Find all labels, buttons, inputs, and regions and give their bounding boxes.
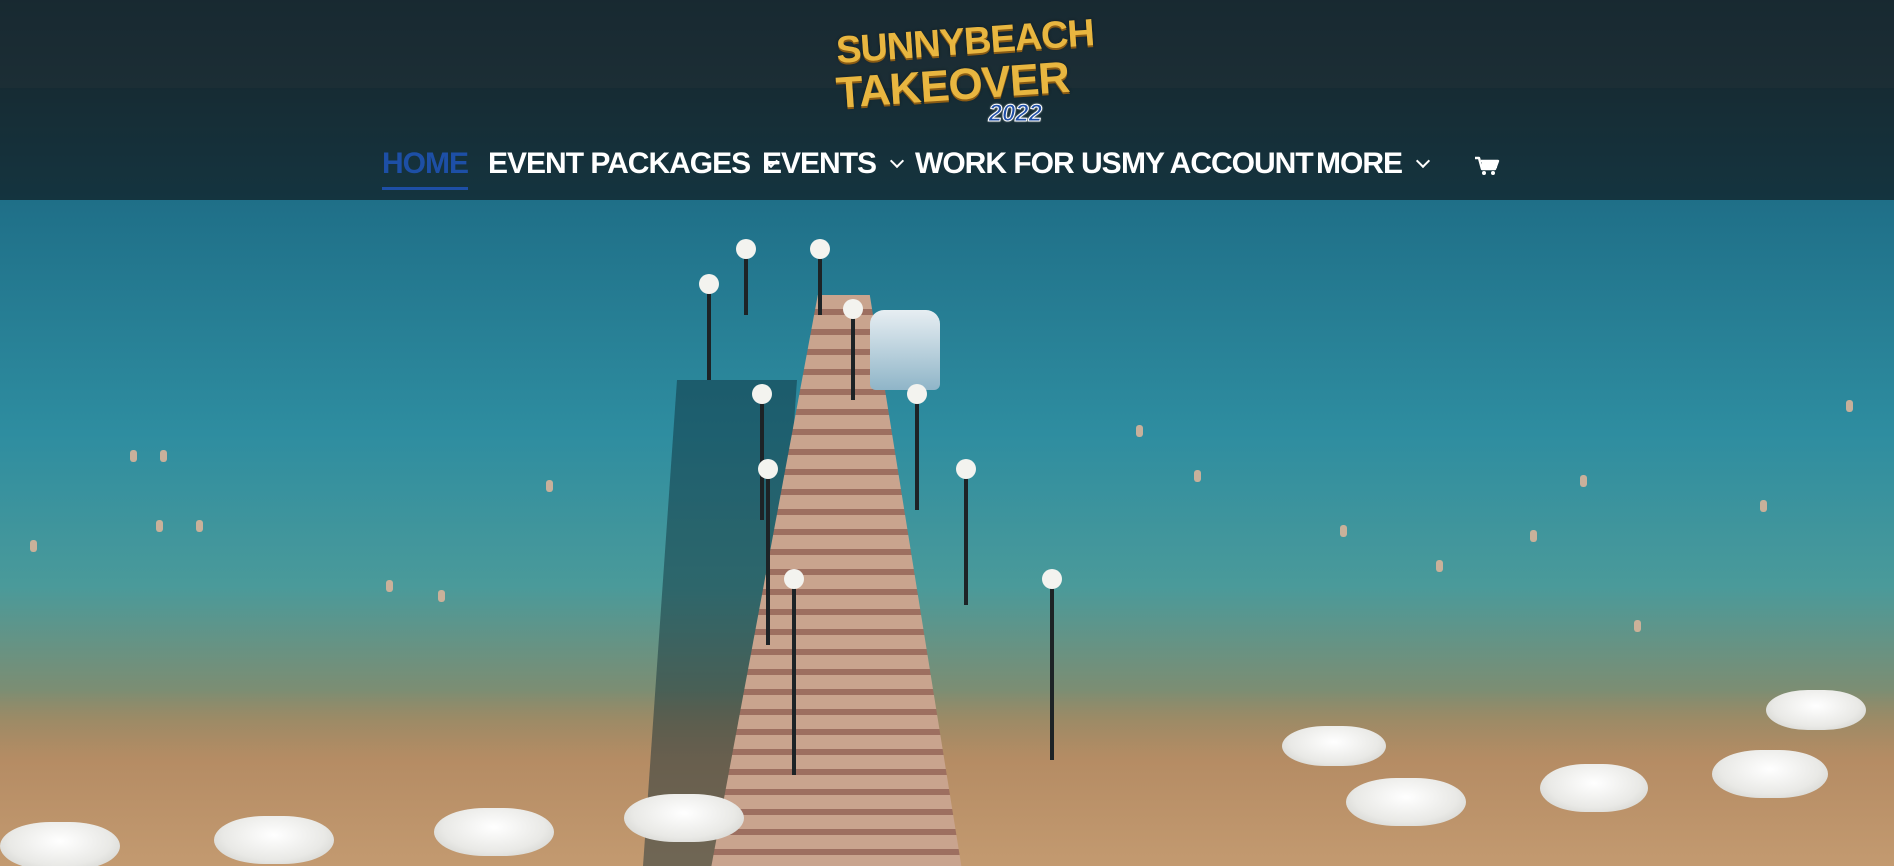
nav-event-packages[interactable]: EVENT PACKAGES xyxy=(488,140,779,188)
main-navigation: HOME EVENT PACKAGES EVENTS WORK FOR US M… xyxy=(0,140,1894,190)
pier-lamp xyxy=(758,459,778,645)
beach-umbrella xyxy=(1540,764,1648,812)
swimmer xyxy=(1580,475,1587,487)
nav-events[interactable]: EVENTS xyxy=(762,140,905,188)
nav-my-account-label: MY ACCOUNT xyxy=(1121,147,1314,180)
swimmer xyxy=(1634,620,1641,632)
pier-lamp xyxy=(956,459,976,605)
nav-home[interactable]: HOME xyxy=(382,140,469,190)
swimmer xyxy=(1530,530,1537,542)
beach-umbrella xyxy=(1712,750,1828,798)
swimmer xyxy=(1194,470,1201,482)
beach-umbrella xyxy=(0,822,120,866)
beach-umbrella xyxy=(1346,778,1466,826)
swimmer xyxy=(130,450,137,462)
nav-event-packages-label: EVENT PACKAGES xyxy=(488,147,751,180)
swimmer xyxy=(1846,400,1853,412)
cart-icon[interactable] xyxy=(1474,156,1500,176)
nav-more[interactable]: MORE xyxy=(1316,140,1431,188)
swimmer xyxy=(1760,500,1767,512)
chevron-down-icon xyxy=(1415,153,1431,169)
nav-more-label: MORE xyxy=(1316,147,1403,180)
nav-work-for-us-label: WORK FOR US xyxy=(915,147,1122,180)
swimmer xyxy=(1136,425,1143,437)
swimmer xyxy=(386,580,393,592)
beach-umbrella xyxy=(214,816,334,864)
logo-year: 2022 xyxy=(988,100,1042,128)
active-underline xyxy=(382,187,468,190)
swimmer xyxy=(1436,560,1443,572)
beach-umbrella xyxy=(434,808,554,856)
nav-work-for-us[interactable]: WORK FOR US xyxy=(915,140,1122,188)
swimmer xyxy=(30,540,37,552)
swimmer xyxy=(160,450,167,462)
pier-lamp xyxy=(907,384,927,510)
nav-home-label: HOME xyxy=(382,147,469,180)
chevron-down-icon xyxy=(889,153,905,169)
nav-my-account[interactable]: MY ACCOUNT xyxy=(1121,140,1314,188)
pier-lamp xyxy=(784,569,804,775)
swimmer xyxy=(156,520,163,532)
pier-lamp xyxy=(843,299,863,400)
swimmer xyxy=(438,590,445,602)
beach-umbrella xyxy=(1282,726,1386,766)
site-header: SUNNYBEACH TAKEOVER 2022 HOME EVENT PACK… xyxy=(0,0,1894,200)
beach-umbrella xyxy=(624,794,744,842)
nav-events-label: EVENTS xyxy=(762,147,877,180)
boat xyxy=(870,310,940,390)
swimmer xyxy=(546,480,553,492)
swimmer xyxy=(196,520,203,532)
pier-lamp xyxy=(736,239,756,315)
pier-lamp xyxy=(699,274,719,380)
beach-umbrella xyxy=(1766,690,1866,730)
pier-lamp xyxy=(1042,569,1062,760)
site-logo[interactable]: SUNNYBEACH TAKEOVER 2022 xyxy=(835,12,1096,134)
pier-lamp xyxy=(810,239,830,315)
swimmer xyxy=(1340,525,1347,537)
